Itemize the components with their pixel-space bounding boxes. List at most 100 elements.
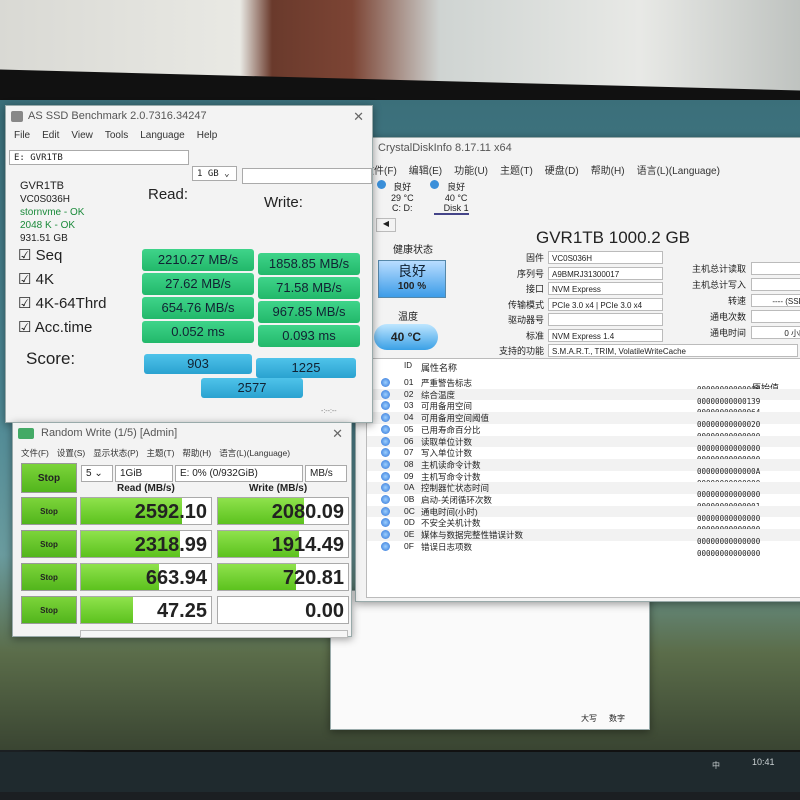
smart-row[interactable]: 0E 媒体与数据完整性错误计数 00000000000000 (367, 529, 800, 546)
smart-row[interactable]: 0D不安全关机计数00000000000000 (367, 517, 800, 534)
menu-bar: File Edit View Tools Language Help (6, 128, 372, 143)
smart-row[interactable]: 0F 错误日志项数 00000000000000 (367, 541, 800, 558)
count-value: 5 (86, 468, 92, 479)
status-dot-icon (381, 495, 390, 504)
smart-row[interactable]: 08 主机读命令计数 0000000000000A (367, 458, 800, 476)
write-result: 1914.49 (217, 530, 349, 558)
drive-info-line: VC0S036H (20, 194, 71, 205)
status-dot-icon (381, 413, 390, 423)
menu-item[interactable]: Help (197, 130, 218, 141)
field-label: 传输模式 (507, 299, 544, 310)
attr-name: 可用备用空间阈值 (421, 413, 490, 424)
field-value: NVM Express 1.4 (548, 328, 663, 342)
smart-row[interactable]: 02 综合温度 00000000000139 (367, 388, 800, 406)
checkbox-icon[interactable]: ☑ (18, 271, 36, 288)
stat-label: 通电时间 (709, 328, 746, 338)
smart-row[interactable]: 06 读取单位计数 00000000000000 (367, 435, 800, 453)
id-header: ID (404, 361, 412, 370)
test-row-label[interactable]: ☑ Seq (18, 246, 62, 264)
stop-button[interactable]: Stop (21, 596, 77, 624)
menu-item[interactable]: Tools (105, 130, 128, 141)
unit-select[interactable]: MB/s (305, 465, 347, 482)
window-title: CrystalDiskInfo 8.17.11 x64 (378, 142, 512, 154)
menu-item[interactable]: Language (140, 130, 185, 141)
smart-row[interactable]: 04 可用备用空间阈值 00000000000020 (367, 412, 800, 429)
menu-item[interactable]: 帮助(H) (182, 447, 211, 459)
smart-row[interactable]: 03可用备用空间00000000000064 (367, 400, 800, 417)
checkbox-icon[interactable]: ☑ (18, 295, 36, 312)
stop-all-button[interactable]: Stop (21, 463, 77, 493)
menu-item[interactable]: View (71, 130, 93, 141)
smart-row[interactable]: 0A 控制器忙状态时间 00000000000000 (367, 482, 800, 499)
drive-info-line: 931.51 GB (20, 233, 68, 244)
menu-item[interactable]: 帮助(H) (591, 162, 625, 177)
attr-name: 写入单位计数 (421, 448, 473, 459)
disk-tab[interactable]: 良好 40 °C Disk 1 (429, 180, 469, 215)
write-value: 2080.09 (271, 501, 344, 523)
smart-row[interactable]: 0B启动-关闭循环次数00000000000001 (367, 494, 800, 511)
attr-name: 通电时间(小时) (421, 506, 478, 517)
stop-button[interactable]: Stop (21, 563, 77, 591)
clock[interactable]: 10:41 (752, 757, 775, 767)
app-icon (11, 111, 23, 122)
size-select[interactable]: 1GiB (115, 465, 173, 482)
health-status: 良好 (398, 263, 426, 279)
attr-id: 07 (404, 447, 414, 458)
test-row-label[interactable]: ☑ 4K-64Thrd (18, 294, 107, 312)
size-select[interactable]: 1 GB ⌄ (192, 166, 237, 181)
stop-button[interactable]: Stop (21, 530, 77, 558)
menu-item[interactable]: File (14, 130, 30, 141)
menu-item[interactable]: 硬盘(D) (545, 162, 579, 177)
smart-row[interactable]: 0C 通电时间(小时) 00000000000000 (367, 505, 800, 523)
menu-item[interactable]: 主题(T) (147, 447, 175, 459)
prev-disk-button[interactable]: ◀ (376, 218, 396, 232)
disk-name: C: D: (392, 203, 413, 213)
menu-item[interactable]: 语言(L)(Language) (219, 447, 290, 459)
menu-item[interactable]: 主题(T) (500, 162, 533, 177)
read-result: 2318.99 (80, 530, 212, 558)
test-row-label[interactable]: ☑ 4K (18, 270, 54, 288)
disk-tab[interactable]: 良好 29 °C C: D: (377, 180, 414, 215)
checkbox-icon[interactable]: ☑ (18, 319, 35, 336)
menu-item[interactable]: Edit (42, 130, 59, 141)
attr-name: 已用寿命百分比 (421, 424, 481, 435)
menu-item[interactable]: 语言(L)(Language) (637, 162, 720, 177)
menu-bar: 文件(F) 设置(S) 显示状态(P) 主题(T) 帮助(H) 语言(L)(Languag… (13, 445, 351, 461)
menu-item[interactable]: 设置(S) (57, 447, 85, 459)
smart-row[interactable]: 05已用寿命百分比00000000000000 (367, 424, 800, 441)
close-icon[interactable]: ✕ (353, 109, 364, 125)
stat-label: 转速 (727, 296, 746, 306)
close-icon[interactable]: ✕ (332, 426, 343, 442)
attr-name: 不安全关机计数 (421, 518, 481, 529)
smart-row[interactable]: 07写入单位计数00000000000000 (367, 447, 800, 464)
stat-value: 0 (751, 278, 800, 291)
read-value: 47.25 (156, 600, 207, 622)
disk-model: GVR1TB 1000.2 GB (536, 228, 691, 247)
temperature-label: 温度 (398, 312, 418, 323)
smart-row[interactable]: 09主机写命令计数00000000000000 (367, 471, 800, 488)
drive-select[interactable]: E: 0% (0/932GiB) (175, 465, 303, 482)
menu-item[interactable]: 功能(U) (454, 162, 488, 177)
drive-select[interactable]: E: GVR1TB (9, 150, 189, 165)
count-select[interactable]: 5 ⌄ (81, 465, 113, 482)
field-value: A9BMRJ31300017 (548, 266, 663, 280)
test-row-label[interactable]: ☑ Acc.time (18, 318, 92, 336)
stop-button[interactable]: Stop (21, 497, 77, 525)
comment-field[interactable] (80, 630, 348, 638)
read-header: Read: (148, 186, 189, 203)
write-result: 0.00 (217, 596, 349, 624)
write-value: 1914.49 (271, 534, 344, 556)
read-header: Read (MB/s) (117, 483, 175, 494)
menu-item[interactable]: 编辑(E) (409, 162, 442, 177)
menu-item[interactable]: 显示状态(P) (93, 447, 138, 459)
menu-item[interactable]: 文件(F) (21, 447, 49, 459)
checkbox-icon[interactable]: ☑ (18, 247, 36, 264)
attr-name: 启动-关闭循环次数 (421, 495, 492, 505)
attr-name: 媒体与数据完整性错误计数 (421, 530, 524, 541)
ime-indicator[interactable]: 中 (712, 760, 720, 771)
attr-id: 06 (404, 435, 414, 446)
read-value: 663.94 (145, 567, 207, 589)
status-dot-icon (381, 401, 390, 411)
progress-field (242, 168, 372, 184)
smart-row[interactable]: 01严重警告标志00000000000000 (367, 377, 800, 394)
